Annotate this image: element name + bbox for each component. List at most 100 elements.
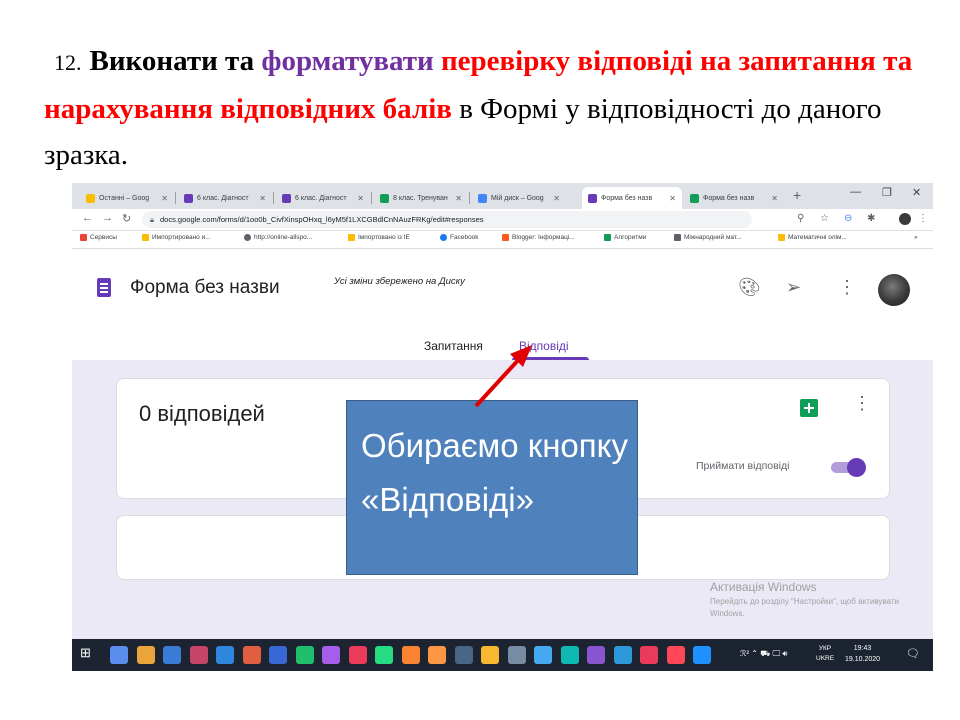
url-field[interactable]: 🔒︎ docs.google.com/forms/d/1oo0b_CivfXins… bbox=[142, 211, 752, 228]
bookmark[interactable]: Алгоритми bbox=[604, 234, 646, 241]
taskbar-clock[interactable]: 19:43 19.10.2020 bbox=[845, 643, 880, 665]
back-icon[interactable]: ← bbox=[82, 212, 93, 224]
taskbar-app-icon[interactable] bbox=[640, 646, 658, 664]
taskbar-app-icon[interactable] bbox=[428, 646, 446, 664]
tab-label: Мій диск – Goog bbox=[491, 194, 544, 202]
tab-questions[interactable]: Запитання bbox=[424, 339, 483, 353]
tab-separator bbox=[371, 192, 372, 204]
zoom-icon[interactable]: ⚲ bbox=[797, 213, 804, 224]
browser-tab[interactable]: 6 клас. Діагност ✕ bbox=[178, 187, 272, 209]
google-forms-icon[interactable] bbox=[97, 278, 111, 297]
taskbar-app-icon[interactable] bbox=[189, 646, 208, 664]
close-icon[interactable]: ✕ bbox=[451, 194, 462, 203]
bookmark[interactable]: Сервисы bbox=[80, 234, 117, 241]
close-window-icon[interactable]: ✕ bbox=[912, 186, 921, 199]
language-indicator[interactable]: УКР UKRE bbox=[816, 644, 834, 664]
forward-icon[interactable]: → bbox=[102, 212, 113, 224]
windows-taskbar: ⊞ ℛ² ⌃ ⛟ 🖵︎ 🔊︎ УКР UKRE 19:43 19.10.2020 … bbox=[72, 639, 933, 671]
more-options-icon[interactable]: ⋮ bbox=[838, 277, 856, 298]
clock-date: 19.10.2020 bbox=[845, 656, 881, 663]
taskbar-app-icon[interactable] bbox=[110, 646, 128, 664]
slide-number: 12. bbox=[54, 50, 82, 75]
new-tab-icon[interactable]: + bbox=[793, 187, 801, 203]
taskbar-app-icon[interactable] bbox=[242, 646, 261, 664]
browser-tab[interactable]: 8 клас. Тренуван ✕ bbox=[374, 187, 468, 209]
puzzle-icon[interactable]: ✱ bbox=[867, 213, 875, 224]
tab-responses[interactable]: Відповіді bbox=[519, 339, 569, 353]
close-icon[interactable]: ✕ bbox=[665, 194, 676, 203]
browser-tab-active[interactable]: Форма без назв ✕ bbox=[582, 187, 682, 209]
bookmark[interactable]: Facebook bbox=[440, 234, 479, 241]
tab-favicon bbox=[86, 193, 95, 203]
taskbar-app-icon[interactable] bbox=[481, 646, 499, 664]
tray-icons[interactable]: ℛ² ⌃ ⛟ 🖵︎ 🔊︎ bbox=[740, 649, 787, 659]
taskbar-app-icon[interactable] bbox=[348, 646, 367, 664]
taskbar-app-icon[interactable] bbox=[666, 646, 685, 664]
palette-icon[interactable]: 🎨︎ bbox=[738, 277, 761, 298]
taskbar-app-icon[interactable] bbox=[216, 646, 234, 664]
response-count: 0 відповідей bbox=[139, 401, 265, 426]
browser-tab-bar: Останні – Goog ✕ 6 клас. Діагност ✕ 6 клас… bbox=[72, 183, 933, 209]
browser-tab[interactable]: Останні – Goog ✕ bbox=[80, 187, 174, 209]
instruction-callout: Обираємо кнопку «Відповіді» bbox=[346, 400, 638, 575]
taskbar-app-icon[interactable] bbox=[560, 646, 579, 664]
bookmark-label: http://online-allspo... bbox=[254, 234, 313, 241]
minimize-icon[interactable]: — bbox=[850, 186, 861, 198]
close-icon[interactable]: ✕ bbox=[767, 194, 778, 203]
taskbar-app-icon[interactable] bbox=[507, 646, 526, 664]
bookmark[interactable]: Blogger: Інформаці... bbox=[502, 234, 575, 241]
accept-responses-toggle[interactable] bbox=[829, 458, 867, 477]
reload-icon[interactable]: ↻ bbox=[122, 212, 131, 225]
form-tabs: Запитання Відповіді bbox=[72, 331, 933, 360]
tab-favicon bbox=[478, 193, 487, 203]
taskbar-app-icon[interactable] bbox=[401, 646, 420, 664]
bookmark[interactable]: Математичні олім... bbox=[778, 234, 847, 241]
star-icon[interactable]: ☆ bbox=[820, 213, 829, 224]
browser-tab[interactable]: Мій диск – Goog ✕ bbox=[472, 187, 566, 209]
bookmark-label: Імпортовано із IE bbox=[358, 234, 410, 241]
bookmark-label: Сервисы bbox=[90, 234, 117, 241]
bookmark-label: Facebook bbox=[450, 234, 479, 241]
browser-tab[interactable]: Форма без назв ✕ bbox=[684, 187, 784, 209]
tab-label: 6 клас. Діагност bbox=[197, 194, 249, 202]
taskbar-app-icon[interactable] bbox=[613, 646, 632, 664]
taskbar-app-icon[interactable] bbox=[136, 646, 155, 664]
taskbar-app-icon[interactable] bbox=[375, 646, 393, 664]
extension-icon[interactable]: ⊖ bbox=[844, 213, 852, 224]
send-icon[interactable]: ➢ bbox=[786, 277, 801, 298]
more-options-icon[interactable]: ⋮ bbox=[853, 393, 871, 414]
close-icon[interactable]: ✕ bbox=[549, 194, 560, 203]
profile-avatar[interactable] bbox=[899, 213, 911, 225]
bookmark[interactable]: Міжнародний мат... bbox=[674, 234, 742, 241]
close-icon[interactable]: ✕ bbox=[353, 194, 364, 203]
maximize-icon[interactable]: ❐ bbox=[882, 186, 892, 199]
form-title[interactable]: Форма без назви bbox=[130, 277, 280, 299]
lock-icon: 🔒︎ bbox=[150, 215, 154, 224]
taskbar-app-icon[interactable] bbox=[322, 646, 340, 664]
browser-tab[interactable]: 6 клас. Діагност ✕ bbox=[276, 187, 370, 209]
taskbar-app-icon[interactable] bbox=[454, 646, 473, 664]
folder-icon bbox=[142, 234, 149, 241]
language-sublabel: UKRE bbox=[816, 655, 835, 662]
create-spreadsheet-icon[interactable] bbox=[800, 399, 818, 417]
form-header: Форма без назви Усі зміни збережено на Д… bbox=[72, 249, 933, 360]
notification-icon[interactable]: 🗨︎ bbox=[906, 647, 920, 660]
taskbar-app-icon[interactable] bbox=[269, 646, 287, 664]
taskbar-app-icon[interactable] bbox=[693, 646, 711, 664]
close-icon[interactable]: ✕ bbox=[255, 194, 266, 203]
taskbar-app-icon[interactable] bbox=[587, 646, 605, 664]
bookmark[interactable]: Импортировано и... bbox=[142, 234, 211, 241]
bookmark[interactable]: Імпортовано із IE bbox=[348, 234, 410, 241]
callout-text: Обираємо кнопку «Відповіді» bbox=[361, 427, 628, 518]
taskbar-app-icon[interactable] bbox=[295, 646, 314, 664]
bookmark[interactable]: http://online-allspo... bbox=[244, 234, 312, 241]
taskbar-app-icon[interactable] bbox=[163, 646, 181, 664]
menu-kebab-icon[interactable]: ⋮ bbox=[918, 213, 928, 224]
more-bookmarks-icon[interactable]: » bbox=[914, 234, 918, 241]
account-avatar[interactable] bbox=[878, 274, 910, 306]
tab-label: 8 клас. Тренуван bbox=[393, 194, 448, 202]
windows-start-icon[interactable]: ⊞ bbox=[80, 645, 98, 663]
title-part-2: форматувати bbox=[261, 45, 441, 77]
close-icon[interactable]: ✕ bbox=[157, 194, 168, 203]
taskbar-app-icon[interactable] bbox=[534, 646, 552, 664]
